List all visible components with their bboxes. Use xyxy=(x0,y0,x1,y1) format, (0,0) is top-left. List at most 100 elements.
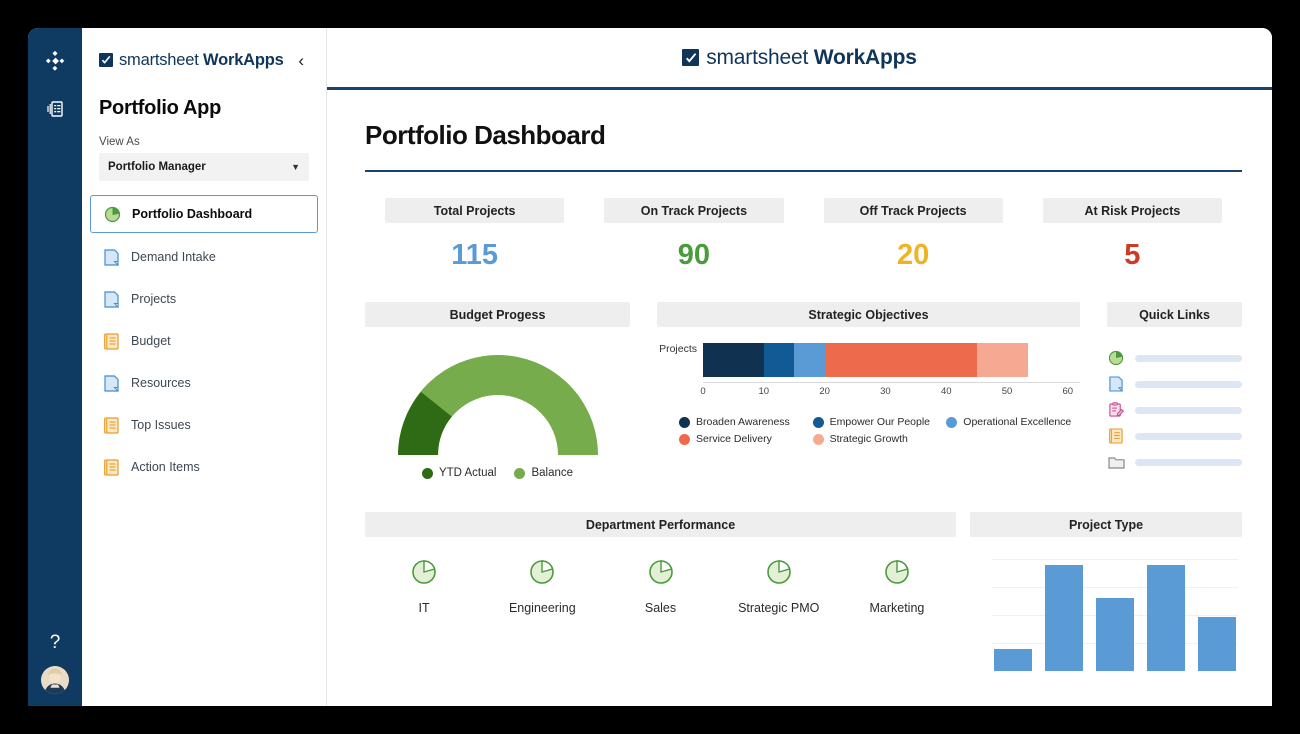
quick-link-placeholder-bar xyxy=(1135,459,1242,466)
kpi-value: 5 xyxy=(1023,239,1242,272)
quick-link-item[interactable] xyxy=(1107,397,1242,423)
sidebar-item-budget[interactable]: Budget xyxy=(90,323,318,359)
project-type-chart xyxy=(970,559,1242,671)
bar xyxy=(1096,598,1134,671)
legend-label: Service Delivery xyxy=(696,433,772,445)
kpi-label: At Risk Projects xyxy=(1084,204,1180,218)
sidebar-item-top-issues[interactable]: Top Issues xyxy=(90,407,318,443)
panel-header: Department Performance xyxy=(365,512,956,537)
department-performance-panel: Department Performance IT xyxy=(365,512,956,671)
bar-segment-empower-our-people xyxy=(764,343,794,377)
avatar[interactable] xyxy=(41,666,69,694)
budget-progress-panel: Budget Progess YTD Actual xyxy=(365,302,630,479)
panel-header: Project Type xyxy=(970,512,1242,537)
collapse-sidebar-button[interactable]: ‹ xyxy=(294,50,308,71)
view-as-value: Portfolio Manager xyxy=(108,161,206,173)
app-title: Portfolio App xyxy=(82,74,326,120)
panel-header: Budget Progess xyxy=(365,302,630,327)
workapps-window: ? smartsheet W xyxy=(28,28,1272,706)
legend-item: YTD Actual xyxy=(422,467,497,479)
header-logo: smartsheet WorkApps xyxy=(682,46,917,70)
legend-swatch-service-delivery xyxy=(679,434,690,445)
view-as-label: View As xyxy=(82,120,326,153)
bar xyxy=(994,649,1032,671)
report-icon xyxy=(102,416,120,434)
project-type-bars xyxy=(994,559,1236,671)
department-panel-title: Department Performance xyxy=(586,518,735,532)
x-tick: 10 xyxy=(759,386,770,397)
kpi-label: Total Projects xyxy=(434,204,516,218)
kpi-label-chip: On Track Projects xyxy=(604,198,783,223)
sidebar-item-portfolio-dashboard[interactable]: Portfolio Dashboard xyxy=(90,195,318,233)
department-item[interactable]: Sales xyxy=(601,559,719,615)
legend-label: Strategic Growth xyxy=(830,433,908,445)
quick-link-placeholder-bar xyxy=(1135,407,1242,414)
pie-chart-icon xyxy=(648,559,674,590)
dashboard-pie-icon xyxy=(103,205,121,223)
sidebar-item-label: Budget xyxy=(131,334,171,348)
main-region: smartsheet WorkApps Portfolio Dashboard … xyxy=(327,28,1272,706)
legend-swatch-broaden-awareness xyxy=(679,417,690,428)
top-header-bar: smartsheet WorkApps xyxy=(327,28,1272,90)
x-tick: 0 xyxy=(700,386,705,397)
legend-swatch-ytd-actual xyxy=(422,468,433,479)
form-icon xyxy=(1107,401,1125,419)
kpi-row: Total Projects 115 On Track Projects 90 … xyxy=(365,198,1242,272)
budget-gauge: YTD Actual Balance xyxy=(365,345,630,479)
kpi-off-track-projects: Off Track Projects 20 xyxy=(804,198,1023,272)
help-icon[interactable]: ? xyxy=(50,633,61,652)
legend-item: Broaden Awareness xyxy=(679,416,813,428)
kpi-value: 90 xyxy=(584,239,803,272)
legend-item: Operational Excellence xyxy=(946,416,1080,428)
sidebar-item-label: Portfolio Dashboard xyxy=(132,207,252,221)
page-title: Portfolio Dashboard xyxy=(365,90,1242,151)
department-item[interactable]: Marketing xyxy=(838,559,956,615)
brand-workapps: WorkApps xyxy=(203,51,284,69)
strategic-legend: Broaden Awareness Empower Our People Ope… xyxy=(679,416,1080,445)
sidebar-item-action-items[interactable]: Action Items xyxy=(90,449,318,485)
quick-link-item[interactable] xyxy=(1107,449,1242,475)
quick-link-item[interactable] xyxy=(1107,345,1242,371)
department-item[interactable]: Engineering xyxy=(483,559,601,615)
bar-segment-operational-excellence xyxy=(794,343,824,377)
bar xyxy=(1147,565,1185,671)
quick-link-item[interactable] xyxy=(1107,423,1242,449)
sheet-icon xyxy=(102,374,120,392)
kpi-at-risk-projects: At Risk Projects 5 xyxy=(1023,198,1242,272)
dashboard-pie-icon xyxy=(1107,349,1125,367)
legend-label: YTD Actual xyxy=(439,467,497,479)
legend-swatch-empower-our-people xyxy=(813,417,824,428)
quick-link-placeholder-bar xyxy=(1135,433,1242,440)
bar xyxy=(1045,565,1083,671)
workapps-icon[interactable] xyxy=(38,92,72,126)
pie-chart-icon xyxy=(411,559,437,590)
legend-item: Empower Our People xyxy=(813,416,947,428)
report-icon xyxy=(102,332,120,350)
header-brand-text: smartsheet WorkApps xyxy=(706,46,917,70)
folder-icon xyxy=(1107,453,1125,471)
kpi-value: 115 xyxy=(365,239,584,272)
department-item[interactable]: Strategic PMO xyxy=(720,559,838,615)
x-tick: 30 xyxy=(880,386,891,397)
kpi-label-chip: Off Track Projects xyxy=(824,198,1003,223)
sidebar-item-label: Resources xyxy=(131,376,191,390)
view-as-select[interactable]: Portfolio Manager ▼ xyxy=(99,153,309,181)
panel-header: Quick Links xyxy=(1107,302,1242,327)
quick-link-item[interactable] xyxy=(1107,371,1242,397)
legend-swatch-strategic-growth xyxy=(813,434,824,445)
legend-label: Empower Our People xyxy=(830,416,930,428)
department-name: Strategic PMO xyxy=(738,601,819,615)
sidebar-item-resources[interactable]: Resources xyxy=(90,365,318,401)
legend-item: Strategic Growth xyxy=(813,433,947,445)
sheet-icon xyxy=(1107,375,1125,393)
legend-swatch-operational-excellence xyxy=(946,417,957,428)
kpi-label: Off Track Projects xyxy=(860,204,967,218)
quick-link-placeholder-bar xyxy=(1135,355,1242,362)
department-item[interactable]: IT xyxy=(365,559,483,615)
sidebar-item-projects[interactable]: Projects xyxy=(90,281,318,317)
apps-grid-icon[interactable] xyxy=(38,44,72,78)
brand-text: smartsheet WorkApps xyxy=(119,51,284,70)
sidebar-item-demand-intake[interactable]: Demand Intake xyxy=(90,239,318,275)
quick-links-list xyxy=(1107,345,1242,475)
sidebar-item-label: Top Issues xyxy=(131,418,191,432)
